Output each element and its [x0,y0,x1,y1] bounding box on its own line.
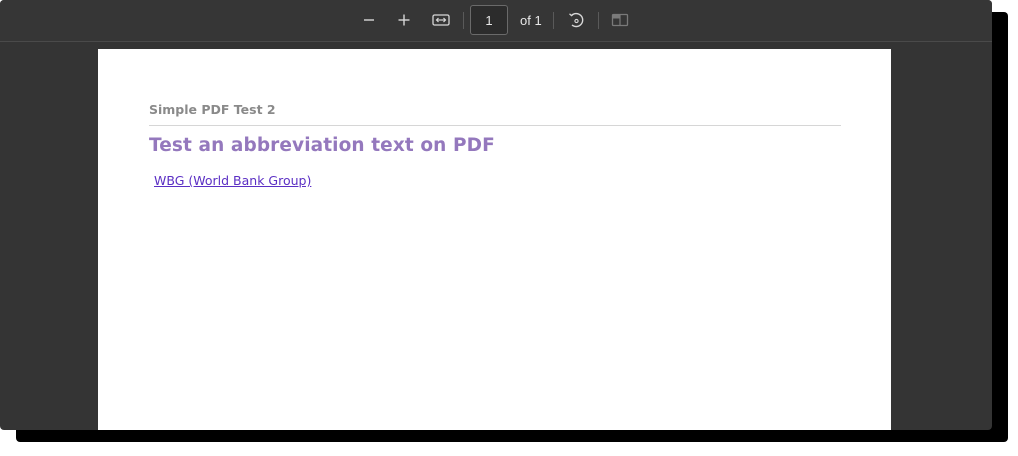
page-count-label: of 1 [520,13,542,28]
rotate-button[interactable] [564,8,588,32]
header-divider [149,125,841,126]
minus-icon [364,19,374,21]
two-page-icon [611,13,629,27]
fit-width-button[interactable] [429,8,453,32]
two-page-view-button[interactable] [608,8,632,32]
toolbar-divider [598,12,599,29]
pdf-viewer: of 1 Simple PDF Test 2 Test an abbreviat… [0,0,992,430]
abbreviation-link[interactable]: WBG (World Bank Group) [154,173,311,188]
pdf-page: Simple PDF Test 2 Test an abbreviation t… [98,49,891,430]
fit-width-icon [432,14,450,26]
document-header: Simple PDF Test 2 [149,102,276,117]
zoom-out-button[interactable] [357,8,381,32]
zoom-in-button[interactable] [392,8,416,32]
toolbar-divider [553,12,554,29]
page-number-input[interactable] [470,5,508,35]
rotate-icon [569,12,584,28]
plus-icon [398,14,410,26]
toolbar-divider [463,12,464,29]
viewer-toolbar: of 1 [0,0,992,42]
document-title: Test an abbreviation text on PDF [149,135,495,156]
